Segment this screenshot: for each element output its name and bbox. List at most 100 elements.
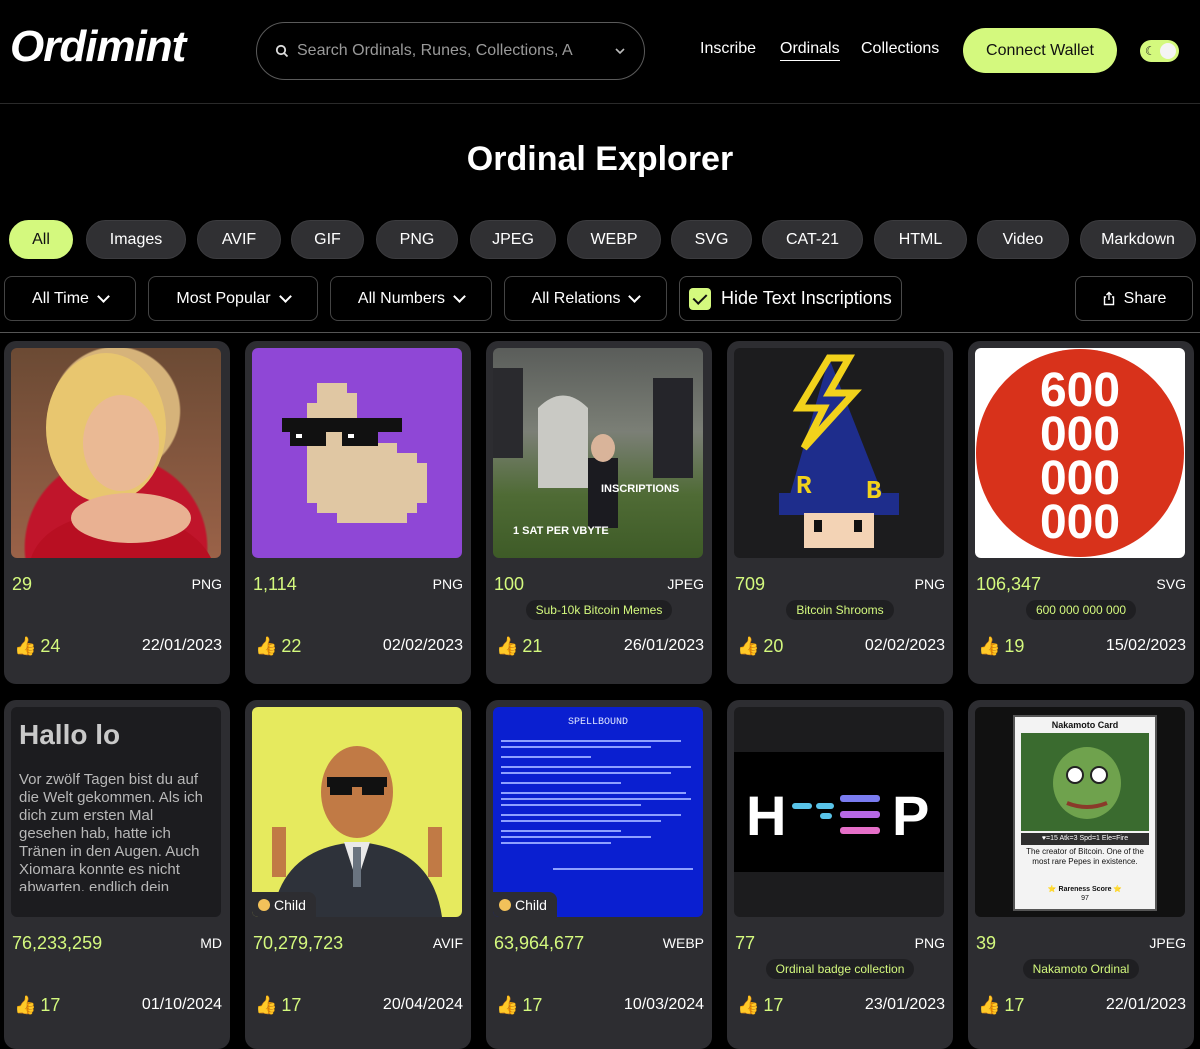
chevron-down-icon[interactable] — [614, 47, 626, 55]
inscription-thumbnail[interactable] — [252, 707, 462, 917]
toggle-knob — [1160, 43, 1176, 59]
likes[interactable]: 👍 19 — [978, 636, 1024, 657]
inscription-card[interactable]: INSCRIPTIONS 1 SAT PER VBYTE 100 JPEG Su… — [486, 341, 712, 684]
chevron-down-icon — [453, 289, 466, 303]
filter-markdown[interactable]: Markdown — [1080, 220, 1196, 259]
like-count: 20 — [763, 636, 784, 656]
logo[interactable]: Ordimint — [10, 22, 186, 72]
likes[interactable]: 👍 24 — [14, 636, 60, 657]
inscription-thumbnail[interactable]: INSCRIPTIONS 1 SAT PER VBYTE — [493, 348, 703, 558]
thumbs-up-icon: 👍 — [978, 636, 1001, 656]
filter-video[interactable]: Video — [977, 220, 1069, 259]
inscription-thumbnail[interactable]: SPELLBOUND — [493, 707, 703, 917]
filter-images[interactable]: Images — [86, 220, 186, 259]
card-stats: ♥=15 Atk=3 Spd=1 Ele=Fire — [1021, 833, 1149, 845]
filter-html[interactable]: HTML — [874, 220, 967, 259]
inscription-date: 22/01/2023 — [1105, 996, 1186, 1013]
child-label: Child — [515, 896, 547, 913]
wizard-letter: B — [866, 476, 882, 506]
inscription-card[interactable]: R B 709 PNG Bitcoin Shrooms 👍 20 02/02/20… — [727, 341, 953, 684]
hide-text-toggle[interactable]: Hide Text Inscriptions — [679, 276, 902, 321]
pixel-wizard-image: R B — [779, 354, 899, 548]
inscription-card[interactable]: Nakamoto Card ♥=15 Atk=3 Spd=1 Ele=Fire … — [968, 700, 1194, 1049]
filter-jpeg[interactable]: JPEG — [470, 220, 556, 259]
child-label: Child — [274, 896, 306, 913]
file-type: MD — [200, 935, 222, 951]
filter-all[interactable]: All — [9, 220, 73, 259]
inscription-thumbnail[interactable]: H P — [734, 707, 944, 917]
inscription-thumbnail[interactable]: R B — [734, 348, 944, 558]
search-bar[interactable] — [256, 22, 645, 80]
child-badge: Child — [252, 892, 316, 917]
filter-png[interactable]: PNG — [376, 220, 458, 259]
circle-digits: 000 — [1040, 496, 1120, 549]
like-count: 17 — [522, 995, 543, 1015]
thumbs-up-icon: 👍 — [978, 995, 1001, 1015]
share-label: Share — [1123, 289, 1167, 307]
connect-wallet-button[interactable]: Connect Wallet — [963, 28, 1117, 73]
checkbox-checked-icon[interactable] — [689, 287, 711, 310]
inscription-number: 70,279,723 — [253, 933, 344, 953]
nav-inscribe[interactable]: Inscribe — [700, 40, 756, 58]
like-count: 17 — [763, 995, 784, 1015]
inscription-card[interactable]: 1,114 PNG 👍 22 02/02/2023 — [245, 341, 471, 684]
relations-dropdown[interactable]: All Relations — [504, 276, 667, 321]
filter-svg[interactable]: SVG — [671, 220, 752, 259]
likes[interactable]: 👍 17 — [737, 995, 783, 1016]
inscription-number: 29 — [12, 574, 33, 594]
bsod-text-lines — [501, 740, 693, 870]
nav-collections[interactable]: Collections — [861, 40, 939, 58]
file-type: PNG — [914, 576, 945, 592]
numbers-dropdown[interactable]: All Numbers — [330, 276, 492, 321]
inscription-card[interactable]: 600 000 000 000 106,347 SVG 600 000 000 … — [968, 341, 1194, 684]
portrait-image — [31, 353, 211, 558]
filter-gif[interactable]: GIF — [291, 220, 364, 259]
collection-badge[interactable]: 600 000 000 000 — [968, 600, 1194, 620]
inscription-card[interactable]: 29 PNG 👍 24 22/01/2023 — [4, 341, 230, 684]
likes[interactable]: 👍 17 — [978, 995, 1024, 1016]
likes[interactable]: 👍 17 — [496, 995, 542, 1016]
like-count: 17 — [40, 995, 61, 1015]
inscription-number: 77 — [735, 933, 756, 953]
likes[interactable]: 👍 21 — [496, 636, 542, 657]
child-badge: Child — [493, 892, 557, 917]
grave-meme-image: INSCRIPTIONS 1 SAT PER VBYTE — [493, 368, 693, 537]
collection-badge[interactable]: Ordinal badge collection — [727, 959, 953, 979]
markdown-body: Vor zwölf Tagen bist du auf die Welt gek… — [19, 771, 203, 891]
share-button[interactable]: Share — [1075, 276, 1193, 321]
inscription-thumbnail[interactable] — [252, 348, 462, 558]
inscription-thumbnail[interactable]: Hallo lo Vor zwölf Tagen bist du auf die… — [11, 707, 221, 917]
like-count: 17 — [1004, 995, 1025, 1015]
inscription-card[interactable]: H P 77 PNG Ordinal badge collection 👍 17 … — [727, 700, 953, 1049]
inscription-card[interactable]: Child 70,279,723 AVIF 👍 17 20/04/2024 — [245, 700, 471, 1049]
collection-badge[interactable]: Bitcoin Shrooms — [727, 600, 953, 620]
likes[interactable]: 👍 22 — [255, 636, 301, 657]
likes[interactable]: 👍 17 — [14, 995, 60, 1016]
theme-toggle[interactable]: ☾ — [1140, 40, 1179, 62]
filter-webp[interactable]: WEBP — [567, 220, 661, 259]
file-type: AVIF — [432, 935, 463, 951]
likes[interactable]: 👍 17 — [255, 995, 301, 1016]
inscription-date: 01/10/2024 — [141, 996, 222, 1013]
pepe-image — [1053, 747, 1121, 819]
inscription-card[interactable]: SPELLBOUND Child 63,964,677 WEBP 👍 17 10/… — [486, 700, 712, 1049]
top-header: Ordimint Inscribe Ordinals Collections C… — [0, 0, 1200, 104]
inscription-thumbnail[interactable]: Nakamoto Card ♥=15 Atk=3 Spd=1 Ele=Fire … — [975, 707, 1185, 917]
inscription-thumbnail[interactable] — [11, 348, 221, 558]
numbers-dropdown-label: All Numbers — [357, 289, 446, 307]
inscription-card[interactable]: Hallo lo Vor zwölf Tagen bist du auf die… — [4, 700, 230, 1049]
time-dropdown[interactable]: All Time — [4, 276, 136, 321]
sort-dropdown[interactable]: Most Popular — [148, 276, 318, 321]
collection-badge[interactable]: Nakamoto Ordinal — [968, 959, 1194, 979]
nav-ordinals[interactable]: Ordinals — [780, 40, 840, 61]
file-type: PNG — [914, 935, 945, 951]
search-input[interactable] — [297, 42, 614, 60]
filter-avif[interactable]: AVIF — [197, 220, 281, 259]
filter-cat21[interactable]: CAT-21 — [762, 220, 863, 259]
collection-badge[interactable]: Sub-10k Bitcoin Memes — [486, 600, 712, 620]
time-dropdown-label: All Time — [32, 289, 89, 307]
collection-name: Sub-10k Bitcoin Memes — [525, 600, 673, 620]
likes[interactable]: 👍 20 — [737, 636, 783, 657]
baby-icon — [499, 898, 511, 911]
inscription-thumbnail[interactable]: 600 000 000 000 — [975, 348, 1185, 558]
